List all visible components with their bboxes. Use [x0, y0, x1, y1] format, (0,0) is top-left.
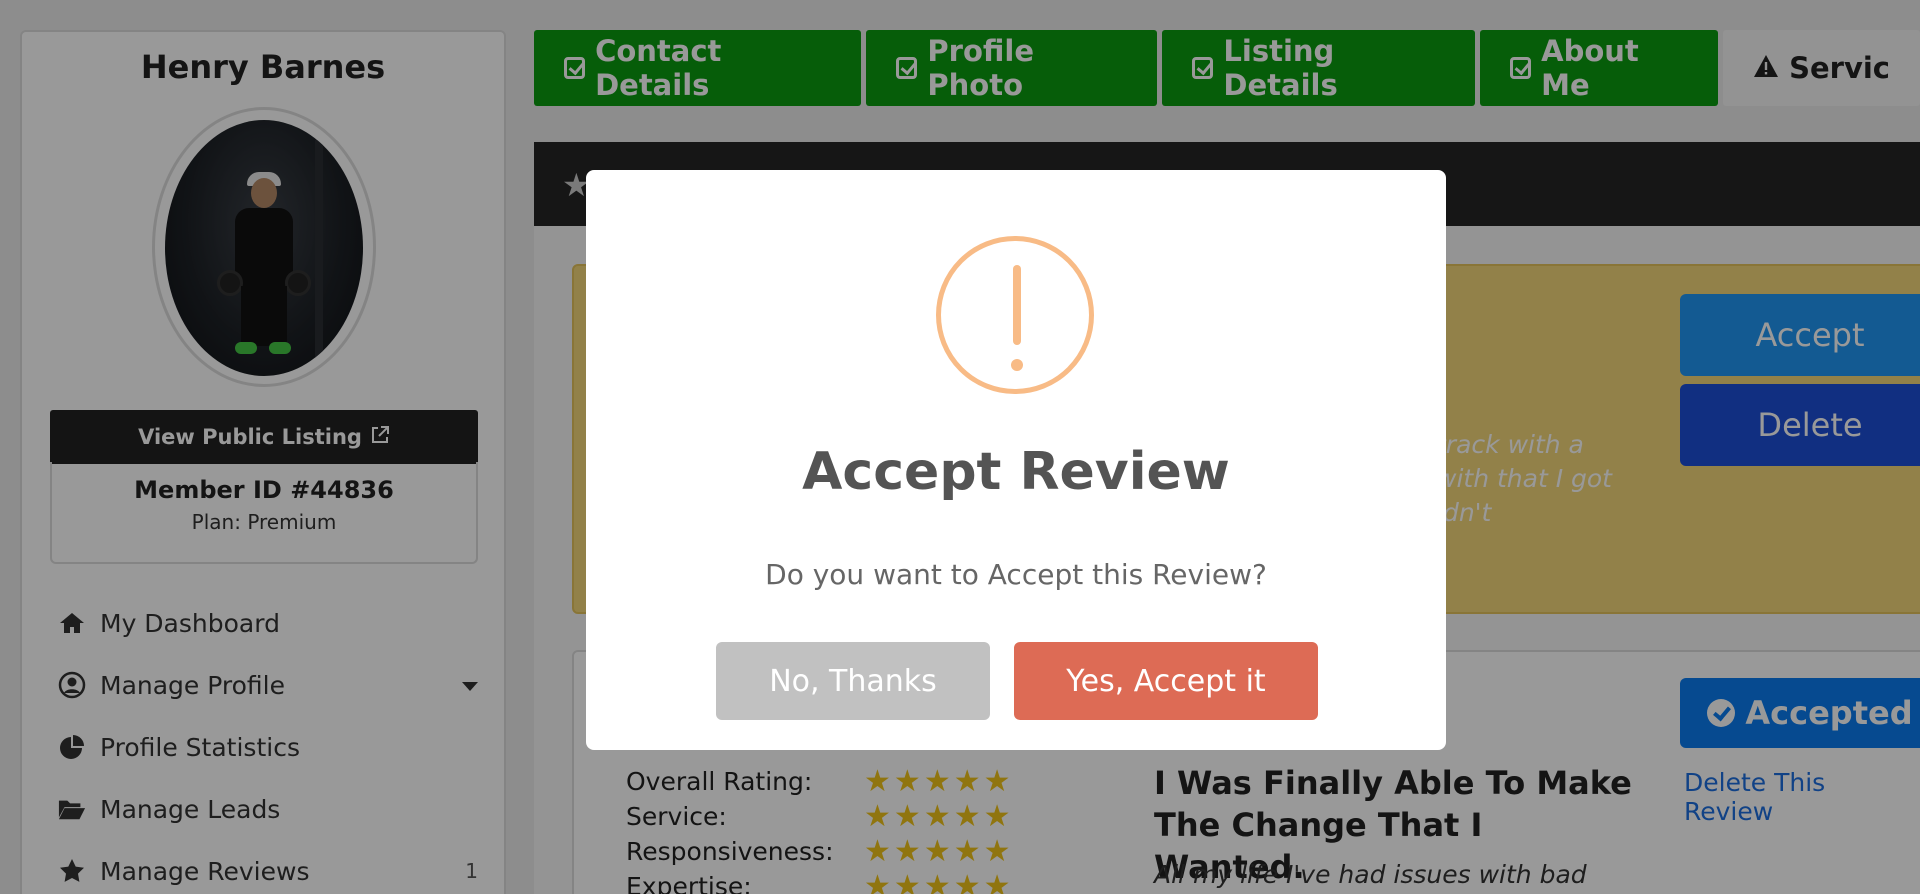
dashboard-page: Henry Barnes View Public Listing Member … — [0, 0, 1920, 894]
dialog-title: Accept Review — [802, 442, 1230, 502]
exclamation-circle-icon — [936, 236, 1094, 394]
dialog-message: Do you want to Accept this Review? — [765, 558, 1267, 591]
confirm-accept-button[interactable]: Yes, Accept it — [1014, 642, 1318, 720]
cancel-button[interactable]: No, Thanks — [716, 642, 990, 720]
accept-review-dialog: Accept Review Do you want to Accept this… — [586, 170, 1446, 750]
